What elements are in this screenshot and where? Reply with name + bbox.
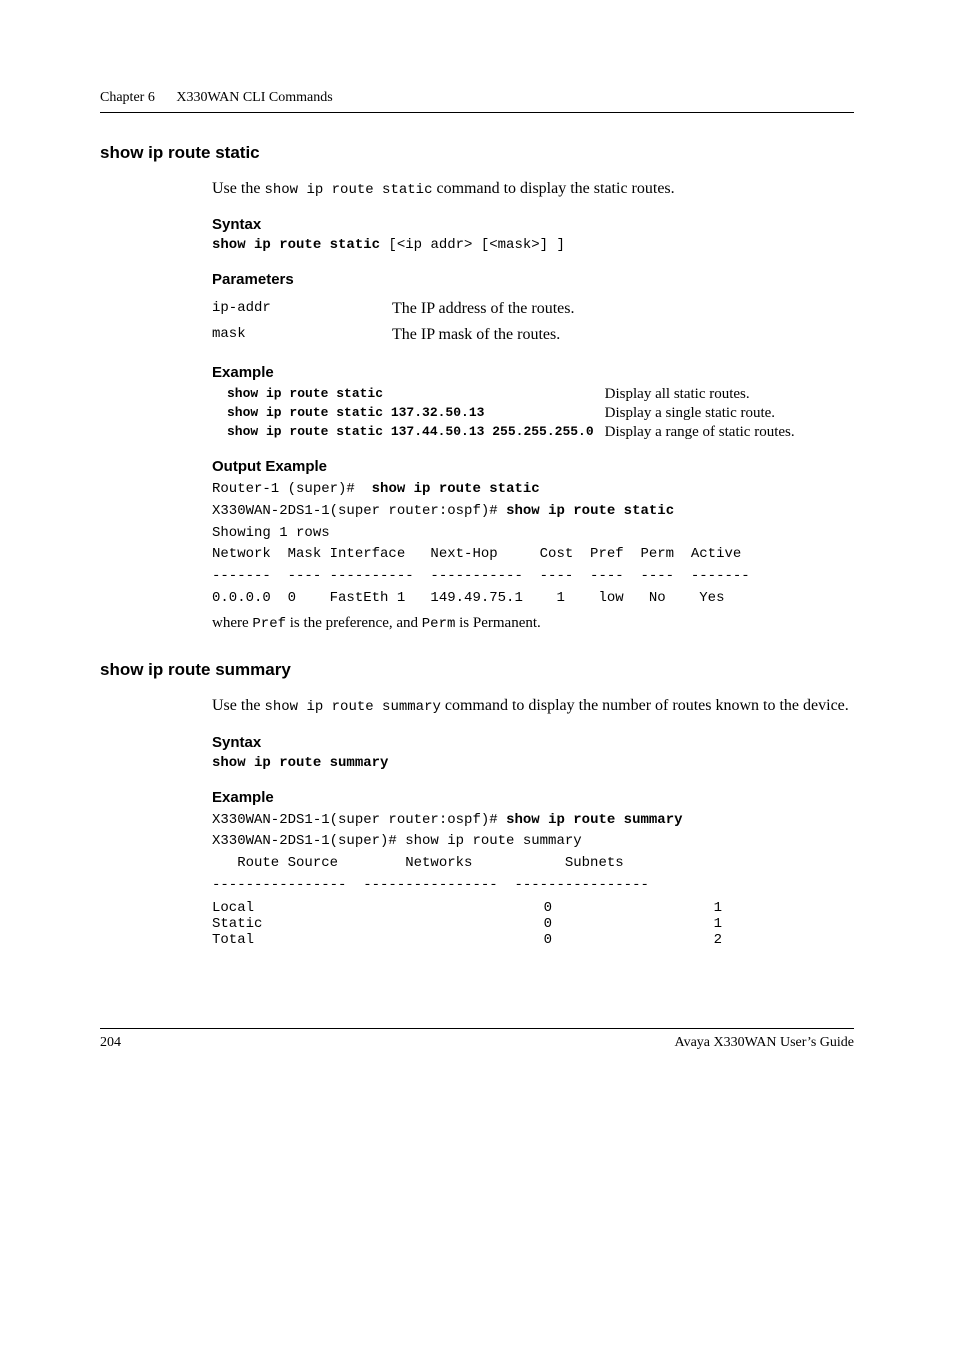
example-row: show ip route static Display all static … xyxy=(226,385,796,404)
code-output-summary: X330WAN-2DS1-1(super router:ospf)# show … xyxy=(212,810,854,897)
syntax-line-summary: show ip route summary xyxy=(212,755,854,771)
summary-row: Static 0 1 xyxy=(212,916,722,932)
page-footer: 204 Avaya X330WAN User’s Guide xyxy=(100,1028,854,1051)
summary-row: Local 0 1 xyxy=(212,900,722,916)
code-output-static: Router-1 (super)# show ip route static X… xyxy=(212,479,854,609)
example-label: Example xyxy=(212,364,854,381)
where-line: where Pref is the preference, and Perm i… xyxy=(212,615,854,632)
syntax-label: Syntax xyxy=(212,216,854,233)
example-row: show ip route static 137.32.50.13 Displa… xyxy=(226,404,796,423)
chapter-header: Chapter 6 X330WAN CLI Commands xyxy=(100,90,854,113)
syntax-label-summary: Syntax xyxy=(212,734,854,751)
summary-intro: Use the show ip route summary command to… xyxy=(212,694,854,717)
parameters-label: Parameters xyxy=(212,271,854,288)
example-table-static: show ip route static Display all static … xyxy=(226,385,796,442)
syntax-line-static: show ip route static [<ip addr> [<mask>]… xyxy=(212,237,854,253)
section-heading-static: show ip route static xyxy=(100,143,854,163)
chapter-label: Chapter 6 xyxy=(100,90,155,105)
parameters-table: ip-addr The IP address of the routes. ma… xyxy=(212,296,574,348)
param-row: ip-addr The IP address of the routes. xyxy=(212,296,574,322)
param-row: mask The IP mask of the routes. xyxy=(212,322,574,348)
summary-output-table: Local 0 1 Static 0 1 Total 0 2 xyxy=(212,900,722,948)
section-heading-summary: show ip route summary xyxy=(100,660,854,680)
chapter-title: X330WAN CLI Commands xyxy=(176,90,332,105)
summary-row: Total 0 2 xyxy=(212,932,722,948)
guide-title: Avaya X330WAN User’s Guide xyxy=(675,1035,855,1051)
example-label-summary: Example xyxy=(212,789,854,806)
page-number: 204 xyxy=(100,1035,121,1051)
output-example-label: Output Example xyxy=(212,458,854,475)
example-row: show ip route static 137.44.50.13 255.25… xyxy=(226,423,796,442)
static-intro: Use the show ip route static command to … xyxy=(212,177,854,200)
